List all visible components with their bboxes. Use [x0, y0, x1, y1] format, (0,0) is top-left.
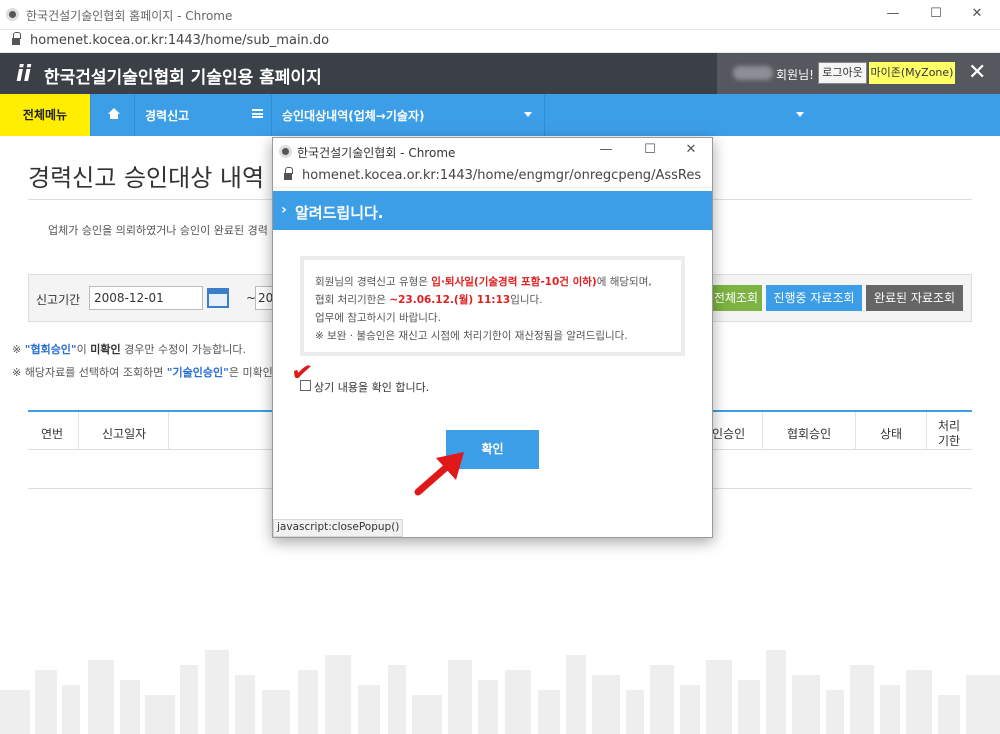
- nav-divider: [544, 94, 545, 136]
- column-header-deadline-2: 기한: [938, 434, 961, 448]
- column-header-status: 상태: [880, 427, 903, 441]
- address-bar[interactable]: homenet.kocea.or.kr:1443/home/sub_main.d…: [0, 30, 1000, 53]
- column-divider: [168, 412, 169, 450]
- chevron-down-icon[interactable]: [524, 112, 532, 117]
- note-1: ※ "협회승인"이 미확인 경우만 수정이 가능합니다.: [12, 343, 246, 356]
- nav-item-approval-list[interactable]: 승인대상내역(업체→기술자): [282, 107, 424, 124]
- search-completed-button[interactable]: 완료된 자료조회: [866, 285, 963, 311]
- chrome-icon: [6, 8, 19, 21]
- popup-minimize-button[interactable]: —: [591, 140, 621, 160]
- popup-maximize-button[interactable]: ☐: [635, 140, 665, 160]
- myzone-button[interactable]: 마이존(MyZone): [869, 62, 955, 84]
- chrome-icon: [279, 145, 292, 158]
- maximize-button[interactable]: ☐: [921, 4, 951, 24]
- column-header-engineer-approval: 인승인: [712, 427, 746, 441]
- search-in-progress-button[interactable]: 진행중 자료조회: [766, 285, 862, 311]
- notice-line-1: 회원님의 경력신고 유형은 입·퇴사일(기술경력 포함-10건 이하)에 해당되…: [315, 276, 652, 288]
- column-divider: [855, 412, 856, 450]
- column-divider: [762, 412, 763, 450]
- notice-line-2: 협회 처리기한은 ~23.06.12.(월) 11:13입니다.: [315, 294, 543, 306]
- popup-status-bar: javascript:closePopup(): [273, 519, 404, 537]
- logout-button[interactable]: 로그아웃: [818, 62, 867, 84]
- nav-divider: [271, 94, 272, 136]
- logo-icon[interactable]: ii: [16, 62, 31, 87]
- red-arrow-annotation: [414, 452, 464, 496]
- column-header-no: 연번: [41, 427, 64, 441]
- lock-icon: [12, 32, 21, 46]
- all-menu-button[interactable]: 전체메뉴: [0, 94, 90, 136]
- window-title: 한국건설기술인협회 홈페이지 - Chrome: [26, 9, 233, 23]
- close-icon[interactable]: ✕: [968, 60, 986, 85]
- user-greeting: 회원님!: [776, 68, 814, 82]
- popup-url-text[interactable]: homenet.kocea.or.kr:1443/home/engmgr/onr…: [302, 168, 702, 183]
- chevron-down-icon[interactable]: [796, 112, 804, 117]
- city-skyline-image: [0, 650, 1000, 734]
- period-label: 신고기간: [36, 293, 81, 307]
- home-icon[interactable]: [108, 108, 120, 120]
- site-title[interactable]: 한국건설기술인협회 기술인용 홈페이지: [44, 63, 322, 88]
- chevron-right-icon: ›: [281, 202, 287, 218]
- popup-address-bar[interactable]: homenet.kocea.or.kr:1443/home/engmgr/onr…: [273, 164, 712, 188]
- popup-close-button[interactable]: ✕: [676, 140, 706, 160]
- page-title: 경력신고 승인대상 내역: [28, 164, 265, 192]
- column-header-assoc-approval: 협회승인: [787, 427, 832, 441]
- notice-line-3: 업무에 참고하시기 바랍니다.: [315, 312, 441, 324]
- lock-icon: [284, 167, 293, 181]
- confirm-checkbox-label[interactable]: 상기 내용을 확인 합니다.: [314, 379, 429, 395]
- nav-divider: [134, 94, 135, 136]
- url-text[interactable]: homenet.kocea.or.kr:1443/home/sub_main.d…: [30, 33, 329, 48]
- nav-item-career-report[interactable]: 경력신고: [145, 107, 189, 124]
- nav-divider: [90, 94, 91, 136]
- red-checkmark-annotation: ✔: [289, 356, 315, 390]
- page-description: 업체가 승인을 의뢰하였거나 승인이 완료된 경력: [48, 224, 268, 237]
- popup-heading: 알려드립니다.: [295, 204, 384, 222]
- column-divider: [78, 412, 79, 450]
- hamburger-icon[interactable]: [252, 109, 263, 118]
- popup-titlebar: 한국건설기술인협회 - Chrome — ☐ ✕: [273, 138, 712, 164]
- column-divider: [926, 412, 927, 450]
- browser-titlebar: 한국건설기술인협회 홈페이지 - Chrome — ☐ ✕: [0, 0, 1000, 30]
- minimize-button[interactable]: —: [878, 4, 908, 24]
- start-date-input[interactable]: 2008-12-01: [89, 286, 203, 310]
- calendar-icon[interactable]: [207, 288, 229, 308]
- popup-header: › 알려드립니다.: [273, 191, 712, 230]
- notice-line-4: ※ 보완 · 불승인은 재신고 시점에 처리기한이 재산정됨을 알려드립니다.: [315, 330, 628, 342]
- user-name-blurred: [733, 66, 773, 80]
- popup-window-title: 한국건설기술인협회 - Chrome: [297, 146, 456, 160]
- note-2: ※ 해당자료를 선택하여 조회하면 "기술인승인"은 미확인: [12, 366, 273, 379]
- column-header-date: 신고일자: [102, 427, 147, 441]
- window-close-button[interactable]: ✕: [962, 4, 992, 24]
